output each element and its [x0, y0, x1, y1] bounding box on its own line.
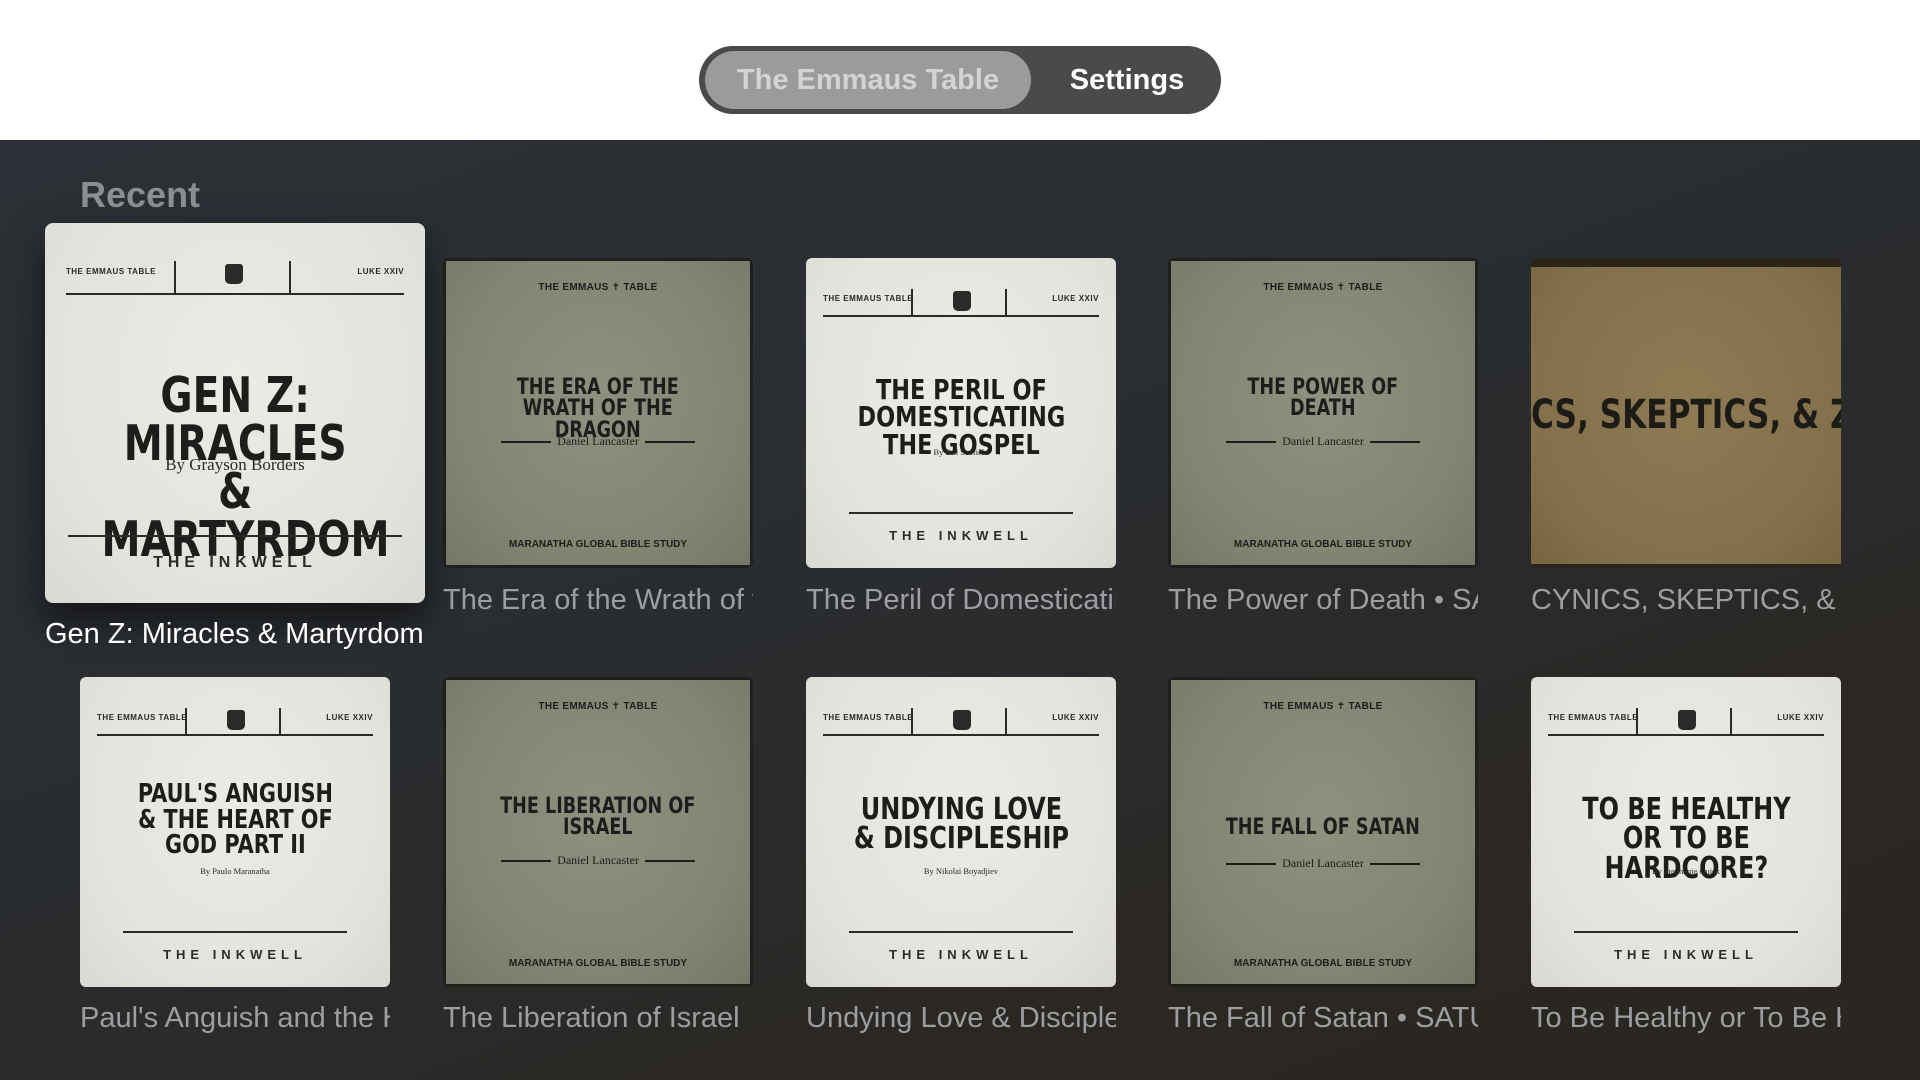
- cover-header: THE EMMAUS ✝ TABLE: [538, 701, 658, 713]
- cover-title: CS, SKEPTICS, & ZION: [1531, 391, 1841, 438]
- episode-cover-art: THE EMMAUS TABLE LUKE XXIV THE PERIL OF DO…: [806, 258, 1116, 568]
- episode-cover-art: THE EMMAUS ✝ TABLE THE ERA OF THE WRATH O…: [443, 258, 753, 568]
- episode-tile[interactable]: CS, SKEPTICS, & ZION: [1531, 258, 1841, 568]
- cover-footer: THE INKWELL: [889, 946, 1033, 962]
- cover-author: Daniel Lancaster: [501, 434, 696, 449]
- tab-bar: The Emmaus Table Settings: [699, 46, 1221, 114]
- episode-title: The Liberation of Israel: [443, 1002, 740, 1034]
- episode-title: The Power of Death • SATURDAY: [1168, 584, 1478, 616]
- cover-title: THE PERIL OF DOMESTICATING THE GOSPEL: [857, 372, 1065, 461]
- cover-footer: THE INKWELL: [889, 527, 1033, 543]
- episode-cover-art: THE EMMAUS TABLE LUKE XXIV GEN Z: MIRACLES…: [45, 223, 425, 603]
- cover-author: By Nikolai Boyadjiev: [923, 866, 999, 877]
- cover-author: Daniel Lancaster: [501, 853, 696, 868]
- episode-cover-art: THE EMMAUS TABLE LUKE XXIV TO BE HEALTHY O…: [1531, 677, 1841, 987]
- episode-tile[interactable]: THE EMMAUS TABLE LUKE XXIV THE PERIL OF DO…: [806, 258, 1116, 568]
- episode-tile[interactable]: THE EMMAUS ✝ TABLE THE LIBERATION OF ISRA…: [443, 677, 753, 987]
- cover-title: THE FALL OF SATAN: [1225, 814, 1421, 840]
- episode-tile[interactable]: THE EMMAUS TABLE LUKE XXIV UNDYING LOVE & …: [806, 677, 1116, 987]
- episode-title: Gen Z: Miracles & Martyrdom: [45, 618, 424, 650]
- cover-header: THE EMMAUS TABLE LUKE XXIV: [1548, 708, 1824, 736]
- cover-header-left: THE EMMAUS TABLE: [97, 712, 188, 722]
- content-area: Recent THE EMMAUS TABLE LUKE XXIV GEN Z: M…: [0, 140, 1920, 1080]
- cover-author-name: Daniel Lancaster: [1282, 434, 1364, 449]
- cover-footer: MARANATHA GLOBAL BIBLE STUDY: [508, 538, 688, 550]
- cover-header-left: THE EMMAUS TABLE: [1548, 712, 1639, 722]
- cover-header: THE EMMAUS ✝ TABLE: [538, 282, 658, 294]
- episode-title: To Be Healthy or To Be Hardcore?: [1531, 1002, 1841, 1034]
- cover-divider: [849, 931, 1073, 934]
- cover-header-right: LUKE XXIV: [326, 712, 373, 722]
- cover-footer: THE INKWELL: [1614, 946, 1758, 962]
- cover-author: By Grayson Borders: [165, 454, 305, 474]
- coffee-cup-icon: [224, 263, 243, 284]
- cover-footer: MARANATHA GLOBAL BIBLE STUDY: [1233, 538, 1413, 550]
- cover-author: By Bill Scofield: [933, 447, 989, 458]
- episode-cover-art: THE EMMAUS TABLE LUKE XXIV PAUL'S ANGUISH …: [80, 677, 390, 987]
- episode-cover-art: THE EMMAUS ✝ TABLE THE LIBERATION OF ISRA…: [443, 677, 753, 987]
- cover-author: Daniel Lancaster: [1226, 434, 1421, 449]
- cover-footer: THE INKWELL: [153, 553, 317, 571]
- cover-header: THE EMMAUS TABLE LUKE XXIV: [823, 708, 1099, 736]
- episode-tile[interactable]: THE EMMAUS TABLE LUKE XXIV GEN Z: MIRACLES…: [45, 223, 425, 603]
- cover-author: By Stephanie Quick: [1651, 866, 1721, 877]
- cover-divider: [1574, 931, 1798, 934]
- episode-tile[interactable]: THE EMMAUS TABLE LUKE XXIV TO BE HEALTHY O…: [1531, 677, 1841, 987]
- cover-author: Daniel Lancaster: [1226, 856, 1421, 871]
- cover-header: THE EMMAUS TABLE LUKE XXIV: [823, 289, 1099, 317]
- cover-header-left: THE EMMAUS TABLE: [65, 266, 156, 276]
- cover-title: THE LIBERATION OF ISRAEL: [500, 793, 696, 841]
- cover-header-right: LUKE XXIV: [357, 266, 405, 276]
- cover-divider: [849, 512, 1073, 515]
- top-bar: The Emmaus Table Settings: [0, 0, 1920, 140]
- section-title-recent: Recent: [80, 174, 201, 215]
- episode-cover-art: THE EMMAUS ✝ TABLE THE FALL OF SATAN Danie…: [1168, 677, 1478, 987]
- cover-author-name: Daniel Lancaster: [1282, 856, 1364, 871]
- episode-title: CYNICS, SKEPTICS, & ZION: [1531, 584, 1841, 616]
- episode-title: Undying Love & Discipleship: [806, 1002, 1116, 1034]
- cover-header: THE EMMAUS TABLE LUKE XXIV: [65, 261, 405, 296]
- cover-author: By Paulo Maranatha: [200, 866, 270, 877]
- episode-cover-art: THE EMMAUS ✝ TABLE THE POWER OF DEATH Dani…: [1168, 258, 1478, 568]
- cover-header: THE EMMAUS ✝ TABLE: [1263, 282, 1383, 294]
- cover-header-right: LUKE XXIV: [1777, 712, 1824, 722]
- tab-settings[interactable]: Settings: [1039, 51, 1215, 109]
- cover-title: PAUL'S ANGUISH & THE HEART OF GOD PART I…: [137, 779, 333, 861]
- cover-header-right: LUKE XXIV: [1052, 293, 1099, 303]
- cover-footer: THE INKWELL: [163, 946, 307, 962]
- cover-header: THE EMMAUS TABLE LUKE XXIV: [97, 708, 373, 736]
- cover-footer: MARANATHA GLOBAL BIBLE STUDY: [1233, 957, 1413, 969]
- cover-author-name: Daniel Lancaster: [557, 434, 639, 449]
- episode-title: The Peril of Domesticating the Gospel: [806, 584, 1116, 616]
- coffee-cup-icon: [1677, 710, 1696, 731]
- episode-title: The Fall of Satan • SATURDAY: [1168, 1002, 1478, 1034]
- cover-title: UNDYING LOVE & DISCIPLESHIP: [853, 791, 1069, 857]
- cover-header-left: THE EMMAUS TABLE: [823, 712, 914, 722]
- cover-footer: MARANATHA GLOBAL BIBLE STUDY: [508, 957, 688, 969]
- cover-divider: [67, 534, 403, 537]
- cover-author-name: Daniel Lancaster: [557, 853, 639, 868]
- cover-title: THE ERA OF THE WRATH OF THE DRAGON: [516, 374, 680, 443]
- episode-title: Paul's Anguish and the Heart of God Part…: [80, 1002, 390, 1034]
- cover-header: THE EMMAUS ✝ TABLE: [1263, 701, 1383, 713]
- cover-header-right: LUKE XXIV: [1052, 712, 1099, 722]
- episode-tile[interactable]: THE EMMAUS ✝ TABLE THE FALL OF SATAN Danie…: [1168, 677, 1478, 987]
- episode-cover-art: CS, SKEPTICS, & ZION: [1531, 258, 1841, 568]
- tab-emmaus-table[interactable]: The Emmaus Table: [705, 51, 1031, 109]
- cover-title: THE POWER OF DEATH: [1247, 374, 1399, 422]
- episode-tile[interactable]: THE EMMAUS ✝ TABLE THE ERA OF THE WRATH O…: [443, 258, 753, 568]
- coffee-cup-icon: [952, 710, 971, 731]
- cover-divider: [123, 931, 347, 934]
- coffee-cup-icon: [952, 291, 971, 312]
- episode-tile[interactable]: THE EMMAUS ✝ TABLE THE POWER OF DEATH Dani…: [1168, 258, 1478, 568]
- coffee-cup-icon: [226, 710, 245, 731]
- cover-header-left: THE EMMAUS TABLE: [823, 293, 914, 303]
- episode-title: The Era of the Wrath of the Dragon: [443, 584, 753, 616]
- episode-cover-art: THE EMMAUS TABLE LUKE XXIV UNDYING LOVE & …: [806, 677, 1116, 987]
- episode-tile[interactable]: THE EMMAUS TABLE LUKE XXIV PAUL'S ANGUISH …: [80, 677, 390, 987]
